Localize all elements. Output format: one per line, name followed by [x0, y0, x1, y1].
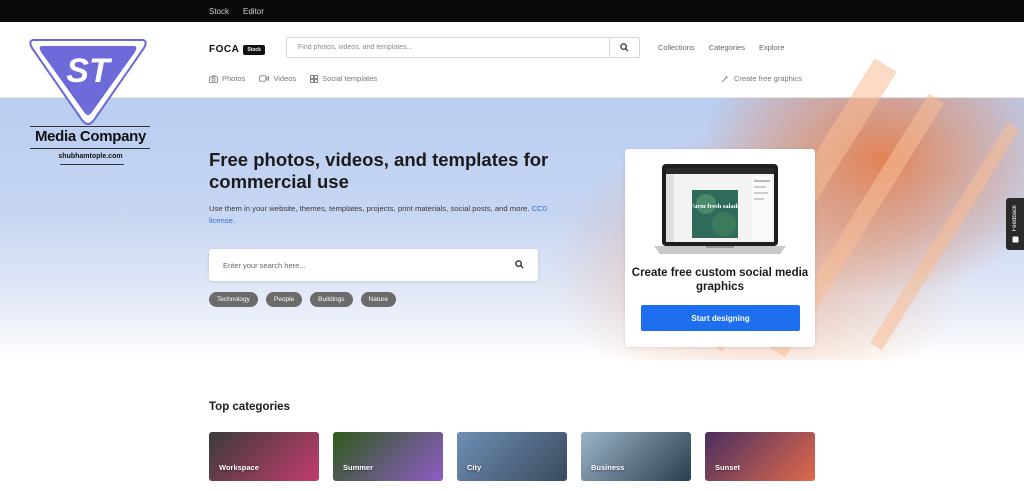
category-label: Workspace: [219, 463, 259, 472]
topbar-link-editor[interactable]: Editor: [243, 7, 264, 16]
subnav-photos-label: Photos: [222, 74, 246, 83]
top-bar: Stock Editor: [0, 0, 1024, 22]
camera-icon: [209, 74, 218, 83]
category-card-city[interactable]: City: [457, 432, 567, 481]
chip-buildings[interactable]: Buildings: [310, 292, 353, 307]
feedback-tab[interactable]: Feedback: [1006, 198, 1024, 250]
category-card-sunset[interactable]: Sunset: [705, 432, 815, 481]
create-free-graphics-label: Create free graphics: [734, 74, 802, 83]
screen-promo-text: Farm fresh salads: [690, 203, 740, 210]
subnav-social-templates-label: Social templates: [322, 74, 378, 83]
category-card-workspace[interactable]: Workspace: [209, 432, 319, 481]
category-label: Sunset: [715, 463, 741, 472]
nav-categories[interactable]: Categories: [709, 43, 745, 52]
subnav-social-templates[interactable]: Social templates: [310, 74, 377, 83]
nav-explore[interactable]: Explore: [759, 43, 784, 52]
watermark-logo: ST Media Company shubhamtople.com: [20, 36, 156, 176]
hero-description-text: Use them in your website, themes, templa…: [209, 204, 530, 213]
start-designing-button[interactable]: Start designing: [641, 305, 800, 331]
brand-name: FOCA: [209, 44, 240, 55]
media-type-nav: Photos Videos Social templates: [209, 74, 377, 83]
category-card-business[interactable]: Business: [581, 432, 691, 481]
logo-url: shubhamtople.com: [58, 153, 123, 160]
category-list: Workspace Summer City Business Sunset: [209, 432, 815, 481]
subnav-videos[interactable]: Videos: [259, 74, 296, 83]
header-search: [286, 37, 640, 58]
top-categories-title: Top categories: [209, 401, 290, 413]
main-nav: Collections Categories Explore: [658, 43, 784, 52]
promo-title: Create free custom social media graphics: [631, 267, 809, 293]
logo-rule-top: [30, 126, 150, 127]
chip-people[interactable]: People: [265, 292, 303, 307]
hero-search-input[interactable]: [209, 249, 499, 281]
category-card-summer[interactable]: Summer: [333, 432, 443, 481]
hero-description-period: .: [232, 216, 236, 225]
topbar-link-stock[interactable]: Stock: [209, 7, 229, 16]
promo-card: Farm fresh salads Create free custom soc…: [625, 149, 815, 347]
feedback-icon: [1012, 236, 1018, 243]
nav-collections[interactable]: Collections: [658, 43, 695, 52]
brand-tag: Stock: [243, 44, 265, 55]
st-logo-badge: ST: [29, 39, 147, 125]
grid-icon: [310, 74, 319, 83]
hero-description: Use them in your website, themes, templa…: [209, 203, 549, 227]
logo-rule-bottom: [60, 164, 124, 165]
chip-nature[interactable]: Nature: [360, 292, 397, 307]
brand-logo[interactable]: FOCA Stock: [209, 44, 265, 55]
hero-search: [209, 249, 538, 281]
create-free-graphics-link[interactable]: Create free graphics: [721, 74, 802, 83]
header-search-button[interactable]: [609, 38, 639, 57]
subnav-photos[interactable]: Photos: [209, 74, 245, 83]
subnav-videos-label: Videos: [273, 74, 297, 83]
hero-title: Free photos, videos, and templates for c…: [209, 149, 549, 192]
search-icon[interactable]: [515, 260, 524, 269]
chip-technology[interactable]: Technology: [209, 292, 258, 307]
category-label: City: [467, 463, 482, 472]
video-icon: [259, 75, 270, 82]
laptop-illustration: Farm fresh salads: [654, 164, 786, 254]
magic-wand-icon: [721, 75, 728, 82]
search-icon: [620, 43, 629, 52]
category-label: Summer: [343, 463, 374, 472]
logo-company-name: Media Company: [34, 128, 147, 145]
st-logo-monogram: ST: [66, 52, 113, 90]
category-label: Business: [591, 463, 625, 472]
header-search-input[interactable]: [287, 38, 609, 57]
tag-chips: Technology People Buildings Nature: [209, 292, 397, 307]
logo-rule-middle: [30, 148, 150, 149]
feedback-label: Feedback: [1012, 204, 1018, 232]
